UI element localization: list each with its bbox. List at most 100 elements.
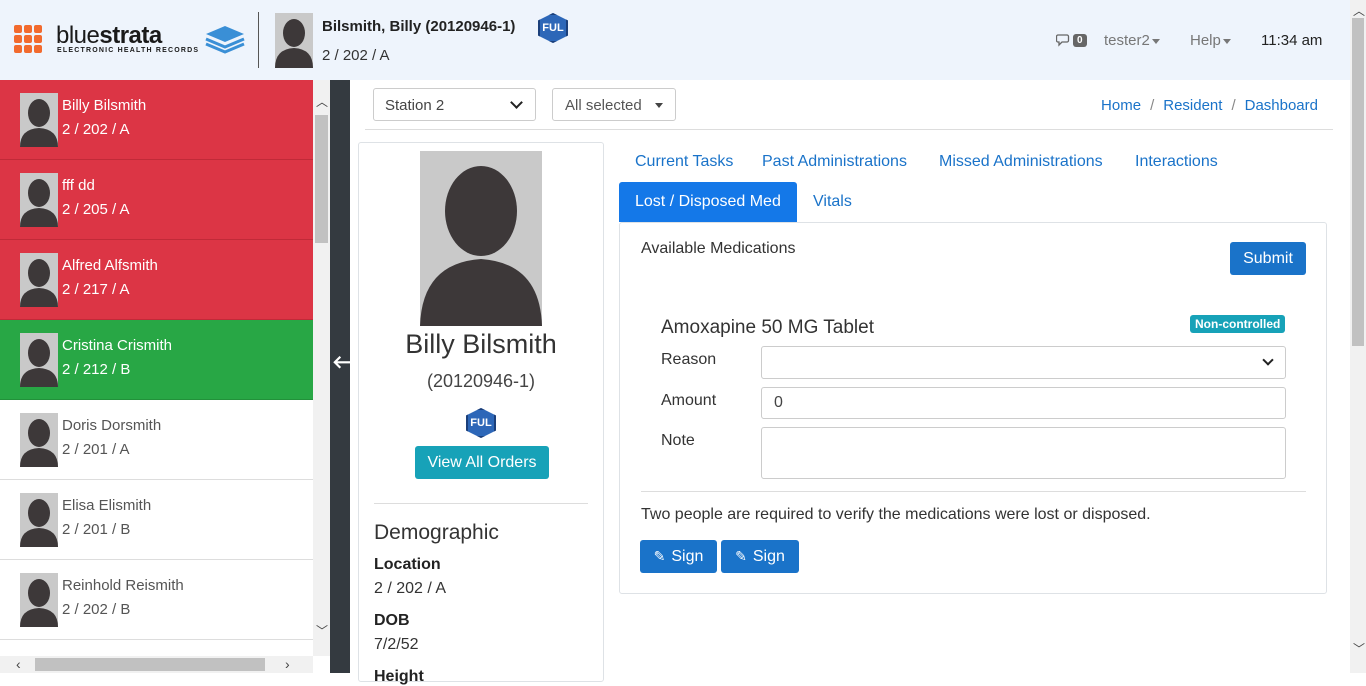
sign-button-2[interactable]: ✎ Sign <box>721 540 799 573</box>
filter-multiselect[interactable]: All selected <box>552 88 676 121</box>
top-bar: bluestrata ELECTRONIC HEALTH RECORDS Bil… <box>0 0 1350 80</box>
resident-location: 2 / 205 / A <box>62 201 130 218</box>
logo-subtitle: ELECTRONIC HEALTH RECORDS <box>57 47 200 54</box>
scroll-right-icon[interactable]: › <box>285 656 290 672</box>
person-silhouette-icon <box>20 579 58 627</box>
resident-list-item[interactable]: Reinhold Reismith 2 / 202 / B <box>0 560 313 640</box>
amount-input[interactable]: 0 <box>761 387 1286 419</box>
person-silhouette-icon <box>20 99 58 147</box>
main-content: Station 2 All selected Home / Resident / Das… <box>350 80 1350 685</box>
resident-location: 2 / 202 / B <box>62 601 131 618</box>
scroll-up-icon[interactable]: ︿ <box>1353 2 1365 19</box>
ful-code-badge: FUL <box>538 13 568 43</box>
edit-icon: ✎ <box>653 548 666 564</box>
chat-icon <box>1056 34 1070 47</box>
resident-avatar <box>20 413 58 467</box>
edit-icon: ✎ <box>735 548 747 564</box>
help-menu-label: Help <box>1190 32 1221 49</box>
resident-location: 2 / 212 / B <box>62 361 131 378</box>
person-silhouette-icon <box>420 166 542 326</box>
resident-name: Billy Bilsmith <box>62 97 147 114</box>
note-textarea[interactable] <box>761 427 1286 479</box>
tab-vitals[interactable]: Vitals <box>797 182 868 222</box>
scroll-down-icon[interactable]: ﹀ <box>1353 640 1365 657</box>
chevron-down-icon <box>510 96 523 109</box>
person-silhouette-icon <box>20 499 58 547</box>
resident-list-hscrollbar[interactable]: ‹ › <box>0 656 313 673</box>
breadcrumb-resident[interactable]: Resident <box>1163 97 1222 114</box>
resident-avatar <box>20 93 58 147</box>
resident-avatar <box>275 13 313 68</box>
resident-avatar <box>20 253 58 307</box>
caret-down-icon <box>655 103 663 108</box>
caret-down-icon <box>1151 38 1160 44</box>
resident-list: Billy Bilsmith 2 / 202 / A fff dd 2 / 205 /… <box>0 80 313 656</box>
user-menu[interactable]: tester2 <box>1104 32 1160 49</box>
profile-photo <box>420 151 542 326</box>
page-scrollbar[interactable]: ︿ ﹀ <box>1350 0 1366 673</box>
amount-label: Amount <box>661 392 717 409</box>
ful-code-badge: FUL <box>466 408 496 438</box>
verification-instructions: Two people are required to verify the me… <box>641 506 1151 523</box>
resident-list-item[interactable]: fff dd 2 / 205 / A <box>0 160 313 240</box>
layers-logo-icon <box>205 26 245 54</box>
apps-grid-icon[interactable] <box>14 25 42 53</box>
resident-avatar <box>20 573 58 627</box>
breadcrumb-home[interactable]: Home <box>1101 97 1141 114</box>
scrollbar-thumb[interactable] <box>315 115 328 243</box>
resident-list-scrollbar[interactable]: ︿ ﹀ <box>313 80 330 656</box>
resident-name: Alfred Alfsmith <box>62 257 158 274</box>
resident-name: fff dd <box>62 177 95 194</box>
reason-select[interactable] <box>761 346 1286 379</box>
sign-button-2-label: Sign <box>752 548 785 565</box>
sidebar-collapse-bar[interactable]: 🡐 <box>330 80 380 673</box>
resident-location: 2 / 202 / A <box>62 121 130 138</box>
sign-button-1-label: Sign <box>671 548 704 565</box>
dob-value: 7/2/52 <box>374 636 419 653</box>
control-status-badge: Non-controlled <box>1190 315 1286 333</box>
messages-button[interactable]: 0 <box>1056 33 1087 47</box>
resident-header-location: 2 / 202 / A <box>322 47 390 64</box>
resident-list-item[interactable]: Billy Bilsmith 2 / 202 / A <box>0 80 313 160</box>
resident-avatar <box>20 173 58 227</box>
tab-past-administrations[interactable]: Past Administrations <box>746 142 923 182</box>
profile-id: (20120946-1) <box>426 371 536 391</box>
available-medications-title: Available Medications <box>641 240 796 257</box>
tab-missed-administrations[interactable]: Missed Administrations <box>923 142 1119 182</box>
resident-list-item[interactable]: Elisa Elismith 2 / 201 / B <box>0 480 313 560</box>
divider <box>641 491 1306 492</box>
caret-down-icon <box>1222 38 1231 44</box>
person-silhouette-icon <box>20 339 58 387</box>
resident-name: Cristina Crismith <box>62 337 173 354</box>
resident-header-name: Bilsmith, Billy (20120946-1) <box>322 18 516 35</box>
resident-list-item[interactable]: Cristina Crismith 2 / 212 / B <box>0 320 313 400</box>
scrollbar-thumb[interactable] <box>1352 18 1364 346</box>
tab-current-tasks[interactable]: Current Tasks <box>619 142 749 182</box>
sign-button-1[interactable]: ✎ Sign <box>640 540 717 573</box>
resident-location: 2 / 217 / A <box>62 281 130 298</box>
clock: 11:34 am <box>1261 32 1323 49</box>
tab-lost-disposed-med[interactable]: Lost / Disposed Med <box>619 182 797 222</box>
resident-name: Elisa Elismith <box>62 497 152 514</box>
scroll-down-icon[interactable]: ﹀ <box>316 622 328 639</box>
scroll-left-icon[interactable]: ‹ <box>16 656 21 672</box>
bluestrata-logo[interactable]: bluestrata ELECTRONIC HEALTH RECORDS <box>56 22 246 58</box>
resident-list-item[interactable]: Alfred Alfsmith 2 / 217 / A <box>0 240 313 320</box>
tab-interactions[interactable]: Interactions <box>1119 142 1234 182</box>
location-value: 2 / 202 / A <box>374 580 447 597</box>
filter-multiselect-value: All selected <box>565 97 642 114</box>
submit-button[interactable]: Submit <box>1230 242 1306 275</box>
hscrollbar-thumb[interactable] <box>35 658 265 671</box>
help-menu[interactable]: Help <box>1190 32 1231 49</box>
resident-name: Doris Dorsmith <box>62 417 162 434</box>
scroll-up-icon[interactable]: ︿ <box>316 93 328 110</box>
resident-name: Reinhold Reismith <box>62 577 184 594</box>
breadcrumb-dashboard[interactable]: Dashboard <box>1245 97 1318 114</box>
profile-name: Billy Bilsmith <box>405 329 557 359</box>
resident-location: 2 / 201 / A <box>62 441 130 458</box>
resident-list-item[interactable]: Doris Dorsmith 2 / 201 / A <box>0 400 313 480</box>
note-label: Note <box>661 432 695 449</box>
station-select[interactable]: Station 2 <box>373 88 536 121</box>
view-all-orders-button[interactable]: View All Orders <box>415 446 549 479</box>
user-menu-label: tester2 <box>1104 32 1150 49</box>
